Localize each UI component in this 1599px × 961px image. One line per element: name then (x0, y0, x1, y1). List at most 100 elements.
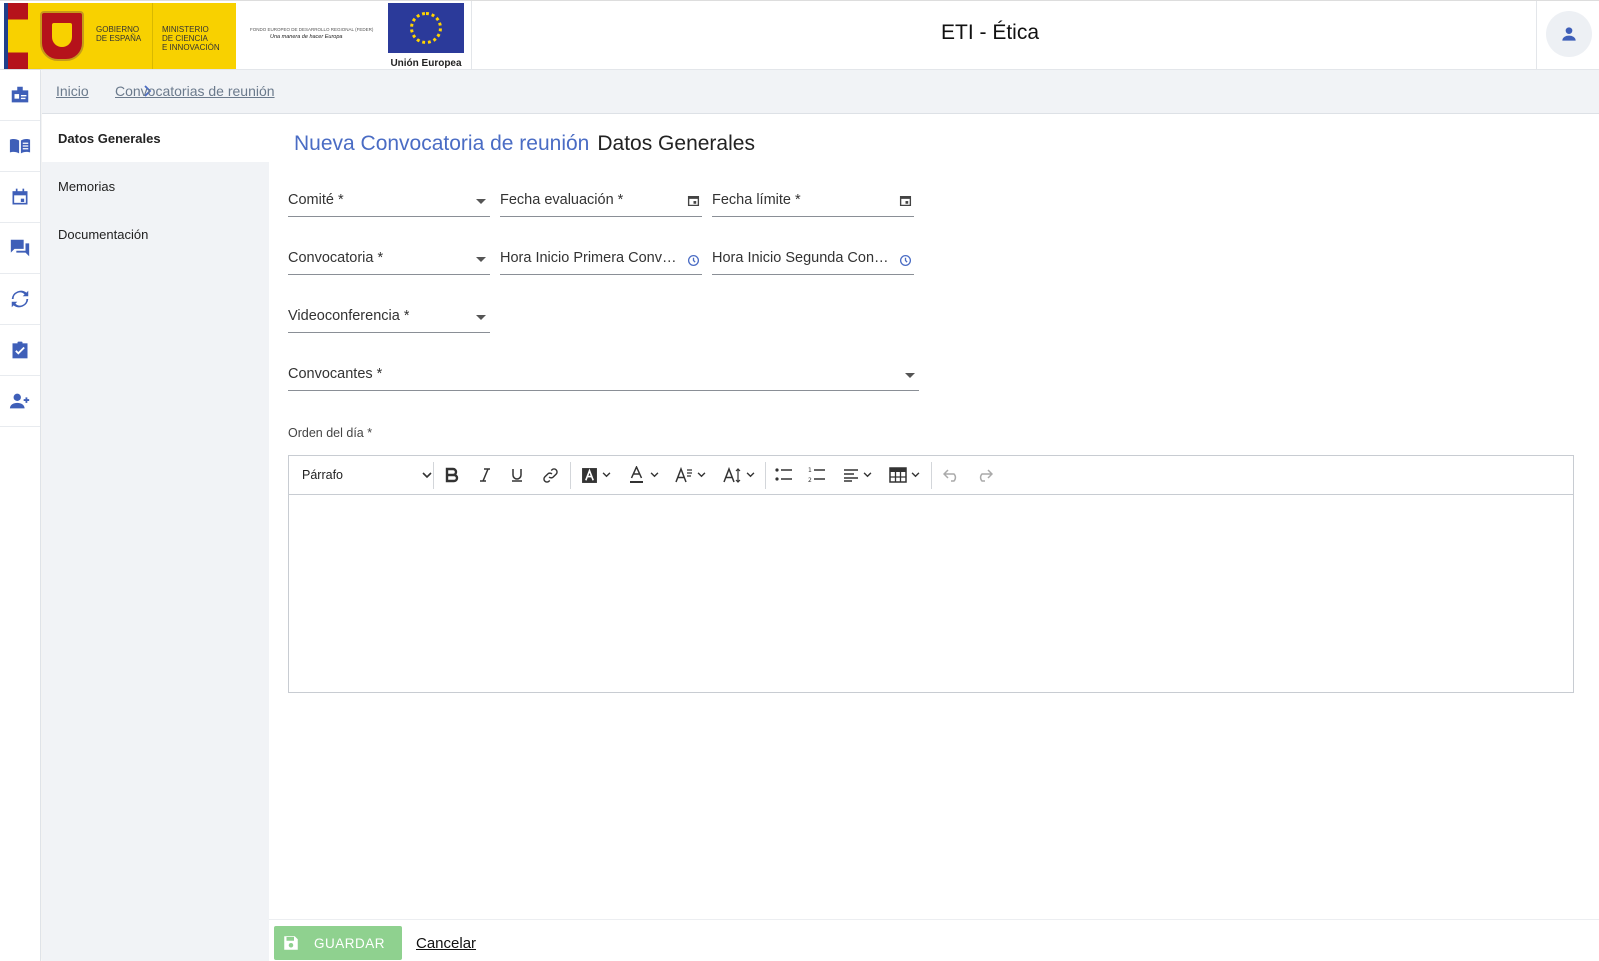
eu-caption: Unión Europea (390, 58, 462, 69)
page-title: Nueva Convocatoria de reunión Datos Gener… (294, 132, 755, 156)
numbered-list-button[interactable]: 12 (808, 464, 826, 486)
rail-item-person-add[interactable] (0, 376, 40, 427)
numbered-list-icon: 12 (808, 467, 825, 484)
toolbar-divider (931, 462, 932, 489)
fecha-limite-label: Fecha límite * (712, 192, 801, 208)
calendar-picker-icon[interactable] (899, 194, 912, 207)
font-color-icon (630, 466, 643, 483)
rail-item-calendar[interactable] (0, 172, 40, 223)
videoconferencia-select[interactable]: Videoconferencia * (288, 303, 490, 333)
rail-item-assignment[interactable] (0, 325, 40, 376)
person-icon (1562, 27, 1576, 41)
section-item-datos-generales[interactable]: Datos Generales (42, 114, 269, 162)
videoconferencia-label: Videoconferencia * (288, 308, 410, 324)
feder-line2: Una manera de hacer Europa (270, 34, 343, 40)
cancel-link[interactable]: Cancelar (416, 935, 476, 952)
coat-of-arms-icon (40, 11, 84, 61)
book-icon (9, 138, 31, 154)
fecha-limite-input[interactable]: Fecha límite * (712, 187, 914, 217)
save-button-label: GUARDAR (314, 935, 386, 951)
font-family-icon (675, 466, 692, 482)
hora-primera-label: Hora Inicio Primera Convocatoria * (500, 250, 680, 266)
calendar-picker-icon[interactable] (687, 194, 700, 207)
convocantes-select[interactable]: Convocantes * (288, 361, 919, 391)
font-color-button[interactable] (629, 464, 659, 486)
eu-logo: Unión Europea (388, 3, 464, 69)
main-content: Nueva Convocatoria de reunión Datos Gener… (269, 114, 1599, 919)
section-item-memorias[interactable]: Memorias (42, 162, 269, 210)
dropdown-arrow-icon (476, 315, 486, 320)
ministerio-text: MINISTERIO DE CIENCIA E INNOVACIÓN (162, 25, 220, 52)
undo-icon (943, 469, 957, 482)
toolbar-divider (433, 462, 434, 489)
breadcrumb-home-link[interactable]: Inicio (56, 83, 89, 99)
alignment-button[interactable] (843, 464, 872, 486)
forum-icon (10, 239, 30, 257)
chevron-down-icon (697, 472, 706, 478)
insert-table-button[interactable] (889, 464, 920, 486)
underline-icon (512, 469, 522, 482)
hora-segunda-label: Hora Inicio Segunda Convocatoria * (712, 250, 892, 266)
breadcrumb-current-link[interactable]: Convocatorias de reunión (115, 83, 275, 99)
font-family-button[interactable] (675, 464, 706, 486)
rich-text-editor: Párrafo 1 2 (288, 455, 1574, 693)
fecha-evaluacion-input[interactable]: Fecha evaluación * (500, 187, 702, 217)
logo-divider (152, 3, 153, 69)
underline-button[interactable] (510, 464, 524, 486)
toolbar-divider (570, 462, 571, 489)
bulleted-list-icon (775, 468, 792, 481)
link-button[interactable] (542, 464, 559, 486)
redo-button[interactable] (976, 464, 993, 486)
page-title-section: Datos Generales (597, 132, 755, 155)
link-icon (543, 467, 558, 483)
header-divider (471, 1, 472, 71)
gobierno-logo: GOBIERNO DE ESPAÑA MINISTERIO DE CIENCIA… (4, 3, 236, 69)
gobierno-text: GOBIERNO DE ESPAÑA (96, 25, 142, 43)
action-bar: GUARDAR Cancelar (269, 919, 1599, 961)
align-left-icon (844, 469, 858, 482)
comite-select[interactable]: Comité * (288, 187, 490, 217)
clock-icon[interactable] (899, 254, 912, 267)
rail-item-forum[interactable] (0, 223, 40, 274)
left-rail (0, 70, 41, 961)
font-size-button[interactable] (723, 464, 755, 486)
italic-button[interactable] (478, 464, 492, 486)
convocatoria-select[interactable]: Convocatoria * (288, 245, 490, 275)
highlight-color-button[interactable] (581, 464, 611, 486)
comite-label: Comité * (288, 192, 344, 208)
feder-logo: FONDO EUROPEO DE DESARROLLO REGIONAL (FE… (250, 27, 380, 40)
highlight-icon (582, 467, 597, 483)
undo-button[interactable] (943, 464, 960, 486)
badge-icon (11, 86, 29, 103)
bold-icon (445, 467, 459, 483)
fecha-evaluacion-label: Fecha evaluación * (500, 192, 624, 208)
chevron-down-icon (746, 472, 755, 478)
chevron-down-icon (650, 472, 659, 478)
spain-flag-icon (4, 3, 28, 69)
sync-icon (11, 290, 29, 308)
chevron-down-icon (863, 472, 872, 478)
paragraph-style-label: Párrafo (302, 468, 343, 482)
editor-content-area[interactable] (289, 495, 1573, 692)
rail-item-sync[interactable] (0, 274, 40, 325)
section-item-documentacion[interactable]: Documentación (42, 210, 269, 258)
person-add-icon (9, 393, 30, 409)
clock-icon[interactable] (687, 254, 700, 267)
save-button[interactable]: GUARDAR (274, 926, 402, 960)
hora-primera-input[interactable]: Hora Inicio Primera Convocatoria * (500, 245, 702, 275)
user-area (1536, 1, 1599, 71)
bold-button[interactable] (444, 464, 460, 486)
rail-item-badge[interactable] (0, 70, 40, 121)
hora-segunda-input[interactable]: Hora Inicio Segunda Convocatoria * (712, 245, 914, 275)
toolbar-divider (765, 462, 766, 489)
table-icon (889, 467, 907, 483)
app-header: GOBIERNO DE ESPAÑA MINISTERIO DE CIENCIA… (0, 0, 1599, 71)
paragraph-style-select[interactable]: Párrafo (302, 464, 432, 486)
convocatoria-label: Convocatoria * (288, 250, 384, 266)
eu-flag-icon (388, 3, 464, 53)
chevron-down-icon (602, 472, 611, 478)
rail-item-book[interactable] (0, 121, 40, 172)
user-menu-button[interactable] (1546, 11, 1592, 57)
bulleted-list-button[interactable] (775, 464, 793, 486)
font-size-icon (723, 466, 741, 483)
